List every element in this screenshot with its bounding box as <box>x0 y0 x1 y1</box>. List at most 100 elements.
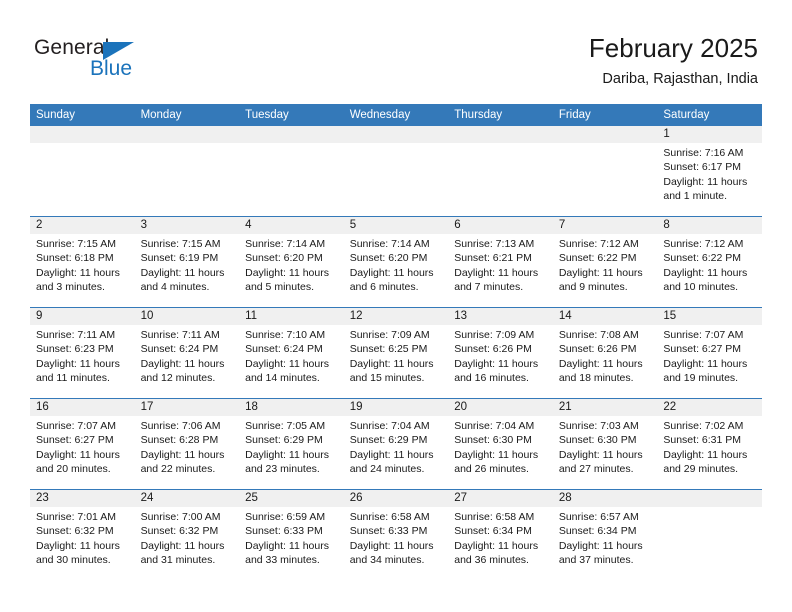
daylight-text: Daylight: 11 hours and 31 minutes. <box>140 539 225 566</box>
sunset-text: Sunset: 6:32 PM <box>140 525 219 538</box>
sunrise-text: Sunrise: 6:58 AM <box>454 511 535 523</box>
day-number: 6 <box>448 217 553 234</box>
day-cell-content[interactable]: 28 Sunrise: 6:57 AM Sunset: 6:34 PM Dayligh… <box>552 490 658 580</box>
day-cell-content <box>134 126 240 216</box>
day-cell-content[interactable]: 13 Sunrise: 7:09 AM Sunset: 6:26 PM Dayligh… <box>448 308 553 398</box>
daylight-text: Daylight: 11 hours and 1 minute. <box>663 175 748 202</box>
daylight-text: Daylight: 11 hours and 27 minutes. <box>558 448 643 475</box>
sunrise-text: Sunrise: 7:08 AM <box>558 329 639 341</box>
sunset-text: Sunset: 6:20 PM <box>349 252 428 265</box>
day-number: 24 <box>134 490 240 507</box>
day-cell-content <box>448 126 553 216</box>
day-info: Sunrise: 7:14 AM Sunset: 6:20 PM Daylight:… <box>239 234 344 294</box>
day-number <box>30 126 135 143</box>
sunrise-text: Sunrise: 7:09 AM <box>454 329 535 341</box>
weekday-header-monday: Monday <box>134 104 240 126</box>
day-cell-content[interactable]: 19 Sunrise: 7:04 AM Sunset: 6:29 PM Dayligh… <box>343 399 449 489</box>
daylight-text: Daylight: 11 hours and 18 minutes. <box>558 357 643 384</box>
sunrise-text: Sunrise: 7:16 AM <box>663 147 744 159</box>
day-info: Sunrise: 6:58 AM Sunset: 6:34 PM Daylight:… <box>448 507 553 567</box>
day-cell: 6 Sunrise: 7:13 AM Sunset: 6:21 PM Daylight… <box>448 216 553 308</box>
day-info: Sunrise: 7:13 AM Sunset: 6:21 PM Daylight:… <box>448 234 553 294</box>
day-cell-content[interactable]: 5 Sunrise: 7:14 AM Sunset: 6:20 PM Daylight… <box>343 217 449 307</box>
weekday-header-saturday: Saturday <box>657 104 762 126</box>
day-cell-content[interactable]: 26 Sunrise: 6:58 AM Sunset: 6:33 PM Dayligh… <box>343 490 449 580</box>
sunrise-text: Sunrise: 7:13 AM <box>454 238 535 250</box>
day-cell-content[interactable]: 15 Sunrise: 7:07 AM Sunset: 6:27 PM Dayligh… <box>657 308 762 398</box>
day-cell-content[interactable]: 12 Sunrise: 7:09 AM Sunset: 6:25 PM Dayligh… <box>343 308 449 398</box>
sunset-text: Sunset: 6:30 PM <box>558 434 637 447</box>
day-cell: 28 Sunrise: 6:57 AM Sunset: 6:34 PM Dayligh… <box>552 489 658 580</box>
day-cell-content[interactable]: 16 Sunrise: 7:07 AM Sunset: 6:27 PM Dayligh… <box>30 399 135 489</box>
day-cell: 11 Sunrise: 7:10 AM Sunset: 6:24 PM Dayligh… <box>239 307 344 399</box>
day-info: Sunrise: 7:08 AM Sunset: 6:26 PM Daylight:… <box>553 325 658 385</box>
sunset-text: Sunset: 6:21 PM <box>454 252 532 265</box>
daylight-text: Daylight: 11 hours and 4 minutes. <box>140 266 225 293</box>
day-cell-content[interactable]: 1 Sunrise: 7:16 AM Sunset: 6:17 PM Daylight… <box>657 126 762 216</box>
sunrise-text: Sunrise: 7:06 AM <box>140 420 221 432</box>
day-cell-content[interactable]: 4 Sunrise: 7:14 AM Sunset: 6:20 PM Daylight… <box>239 217 344 307</box>
sunrise-text: Sunrise: 7:04 AM <box>454 420 535 432</box>
day-info: Sunrise: 7:15 AM Sunset: 6:19 PM Daylight:… <box>135 234 240 294</box>
day-cell-content[interactable]: 22 Sunrise: 7:02 AM Sunset: 6:31 PM Dayligh… <box>657 399 762 489</box>
day-cell: 7 Sunrise: 7:12 AM Sunset: 6:22 PM Daylight… <box>552 216 658 308</box>
day-cell-content[interactable]: 3 Sunrise: 7:15 AM Sunset: 6:19 PM Daylight… <box>134 217 240 307</box>
sunset-text: Sunset: 6:34 PM <box>454 525 532 538</box>
day-cell-content[interactable]: 21 Sunrise: 7:03 AM Sunset: 6:30 PM Dayligh… <box>552 399 658 489</box>
day-info: Sunrise: 6:58 AM Sunset: 6:33 PM Daylight:… <box>344 507 449 567</box>
daylight-text: Daylight: 11 hours and 6 minutes. <box>349 266 434 293</box>
day-cell: 3 Sunrise: 7:15 AM Sunset: 6:19 PM Daylight… <box>134 216 240 308</box>
sunrise-text: Sunrise: 7:02 AM <box>663 420 744 432</box>
daylight-text: Daylight: 11 hours and 26 minutes. <box>454 448 539 475</box>
day-cell: 14 Sunrise: 7:08 AM Sunset: 6:26 PM Dayligh… <box>552 307 658 399</box>
day-number: 7 <box>552 217 658 234</box>
day-cell: 25 Sunrise: 6:59 AM Sunset: 6:33 PM Dayligh… <box>239 489 344 580</box>
day-number: 17 <box>134 399 240 416</box>
day-cell: 1 Sunrise: 7:16 AM Sunset: 6:17 PM Daylight… <box>657 126 762 217</box>
day-number: 14 <box>552 308 658 325</box>
day-cell-content[interactable]: 23 Sunrise: 7:01 AM Sunset: 6:32 PM Dayligh… <box>30 490 135 580</box>
day-cell-content[interactable]: 2 Sunrise: 7:15 AM Sunset: 6:18 PM Daylight… <box>30 217 135 307</box>
day-cell: 23 Sunrise: 7:01 AM Sunset: 6:32 PM Dayligh… <box>30 489 135 580</box>
day-number <box>448 126 553 143</box>
day-cell: 10 Sunrise: 7:11 AM Sunset: 6:24 PM Dayligh… <box>134 307 240 399</box>
sunset-text: Sunset: 6:26 PM <box>558 343 637 356</box>
day-number: 28 <box>552 490 658 507</box>
day-info: Sunrise: 7:00 AM Sunset: 6:32 PM Daylight:… <box>135 507 240 567</box>
day-cell: 27 Sunrise: 6:58 AM Sunset: 6:34 PM Dayligh… <box>448 489 553 580</box>
day-info: Sunrise: 6:57 AM Sunset: 6:34 PM Daylight:… <box>553 507 658 567</box>
sunset-text: Sunset: 6:24 PM <box>245 343 323 356</box>
day-number: 1 <box>657 126 762 143</box>
daylight-text: Daylight: 11 hours and 16 minutes. <box>454 357 539 384</box>
daylight-text: Daylight: 11 hours and 5 minutes. <box>245 266 329 293</box>
weekday-header-tuesday: Tuesday <box>239 104 344 126</box>
day-cell-content[interactable]: 20 Sunrise: 7:04 AM Sunset: 6:30 PM Dayligh… <box>448 399 553 489</box>
day-cell-content[interactable]: 8 Sunrise: 7:12 AM Sunset: 6:22 PM Daylight… <box>657 217 762 307</box>
sunset-text: Sunset: 6:26 PM <box>454 343 532 356</box>
day-cell-content[interactable]: 25 Sunrise: 6:59 AM Sunset: 6:33 PM Dayligh… <box>239 490 344 580</box>
day-cell-content[interactable]: 7 Sunrise: 7:12 AM Sunset: 6:22 PM Daylight… <box>552 217 658 307</box>
day-cell-content[interactable]: 27 Sunrise: 6:58 AM Sunset: 6:34 PM Dayligh… <box>448 490 553 580</box>
sunrise-text: Sunrise: 7:01 AM <box>36 511 116 523</box>
day-cell: 2 Sunrise: 7:15 AM Sunset: 6:18 PM Daylight… <box>30 216 135 308</box>
day-cell-content[interactable]: 18 Sunrise: 7:05 AM Sunset: 6:29 PM Dayligh… <box>239 399 344 489</box>
day-cell-content[interactable]: 24 Sunrise: 7:00 AM Sunset: 6:32 PM Dayligh… <box>134 490 240 580</box>
day-cell-content[interactable]: 11 Sunrise: 7:10 AM Sunset: 6:24 PM Dayligh… <box>239 308 344 398</box>
day-cell-content[interactable]: 14 Sunrise: 7:08 AM Sunset: 6:26 PM Dayligh… <box>552 308 658 398</box>
day-cell-content[interactable]: 17 Sunrise: 7:06 AM Sunset: 6:28 PM Dayligh… <box>134 399 240 489</box>
day-info: Sunrise: 7:15 AM Sunset: 6:18 PM Daylight:… <box>30 234 135 294</box>
day-cell-content[interactable]: 10 Sunrise: 7:11 AM Sunset: 6:24 PM Dayligh… <box>134 308 240 398</box>
day-cell: 15 Sunrise: 7:07 AM Sunset: 6:27 PM Dayligh… <box>657 307 762 399</box>
day-number <box>657 490 762 507</box>
day-cell <box>239 126 344 217</box>
day-cell-content[interactable]: 9 Sunrise: 7:11 AM Sunset: 6:23 PM Daylight… <box>30 308 135 398</box>
day-cell: 16 Sunrise: 7:07 AM Sunset: 6:27 PM Dayligh… <box>30 398 135 490</box>
sunset-text: Sunset: 6:34 PM <box>558 525 637 538</box>
daylight-text: Daylight: 11 hours and 30 minutes. <box>36 539 120 566</box>
week-row: 16 Sunrise: 7:07 AM Sunset: 6:27 PM Dayligh… <box>30 398 762 490</box>
sunrise-text: Sunrise: 7:12 AM <box>663 238 744 250</box>
day-info: Sunrise: 7:09 AM Sunset: 6:25 PM Daylight:… <box>344 325 449 385</box>
sunrise-text: Sunrise: 7:09 AM <box>349 329 430 341</box>
day-cell-content[interactable]: 6 Sunrise: 7:13 AM Sunset: 6:21 PM Daylight… <box>448 217 553 307</box>
day-cell: 13 Sunrise: 7:09 AM Sunset: 6:26 PM Dayligh… <box>448 307 553 399</box>
